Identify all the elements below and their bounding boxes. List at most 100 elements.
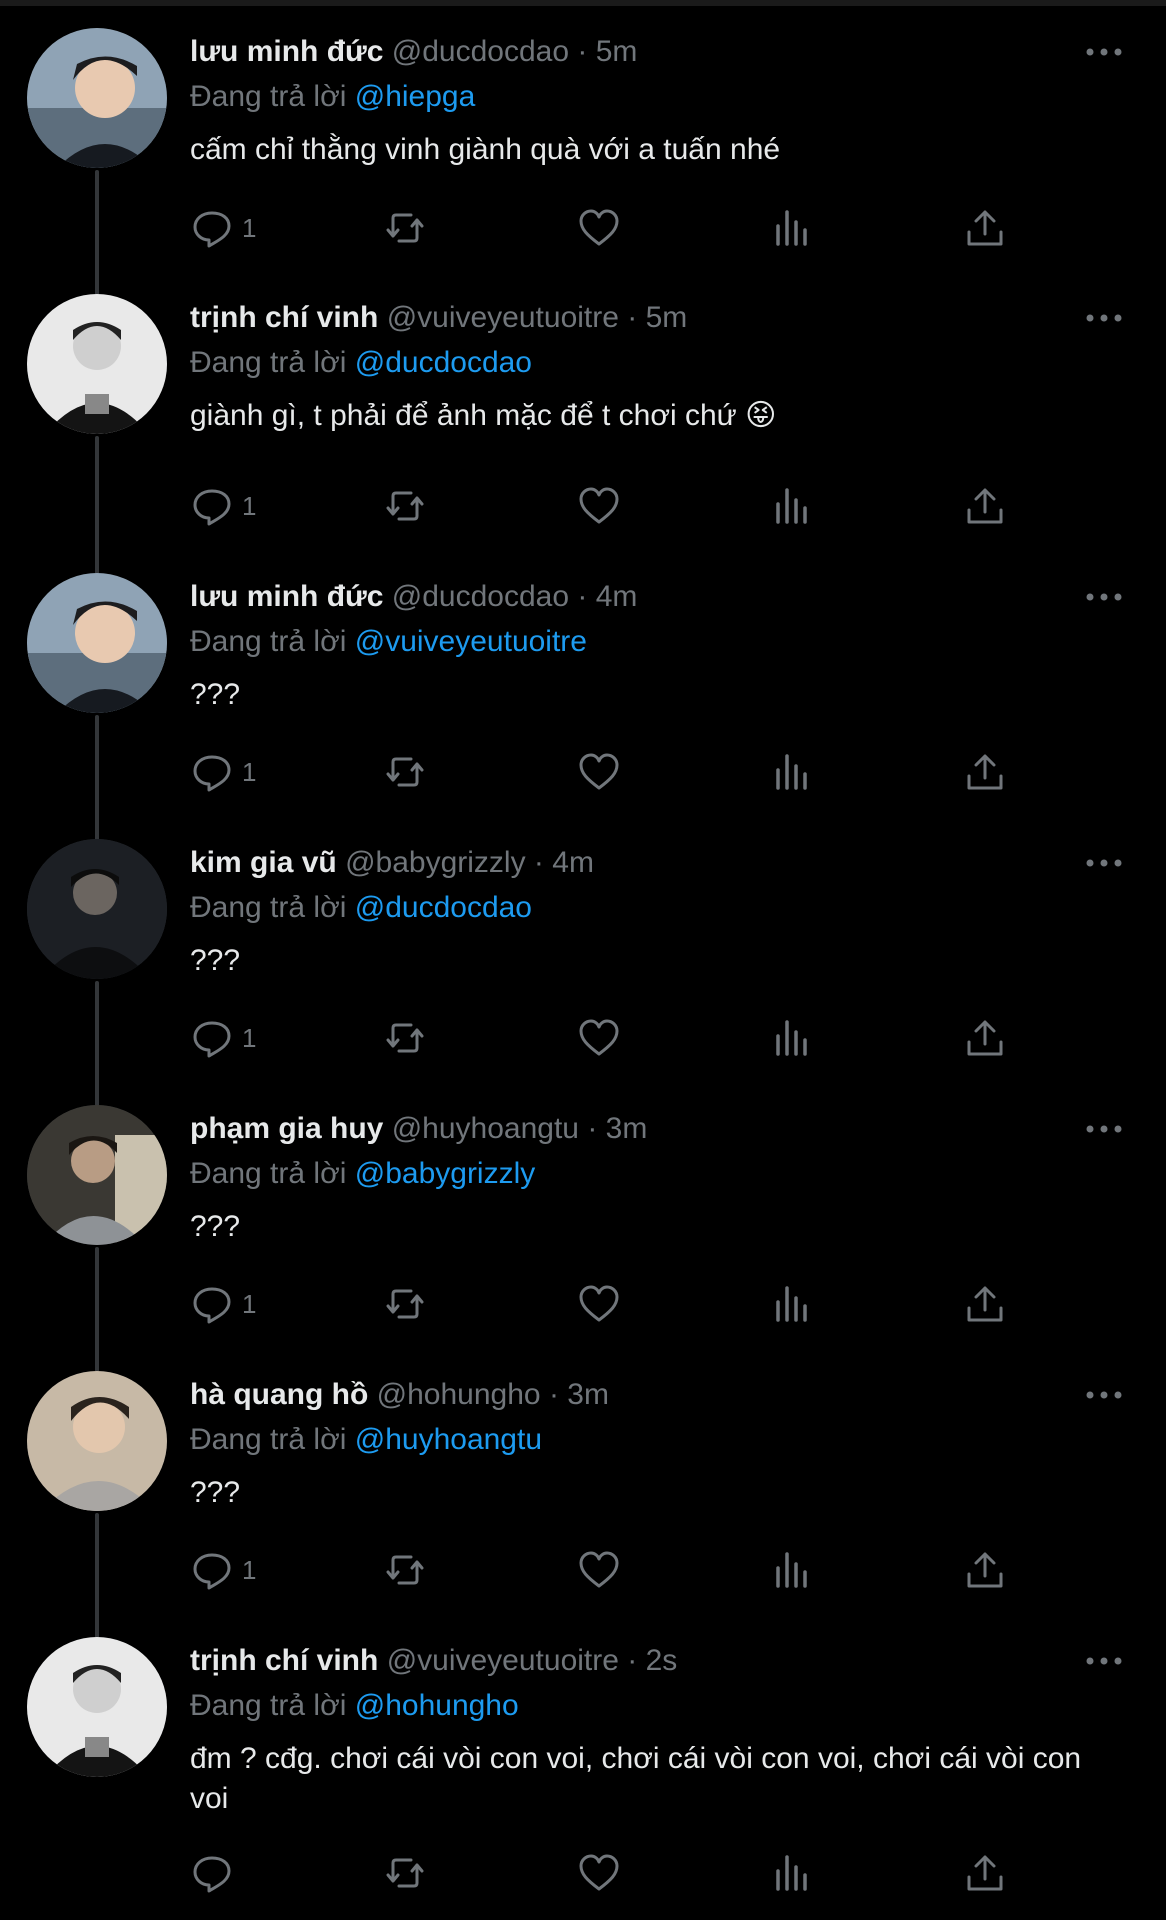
more-dots-icon[interactable] xyxy=(1082,1377,1126,1413)
user-handle[interactable]: @ducdocdao xyxy=(392,580,569,613)
tweet[interactable]: phạm gia huy @huyhoangtu · 3m Đang trả l… xyxy=(0,1105,1166,1375)
more-dots-icon[interactable] xyxy=(1082,579,1126,615)
avatar[interactable] xyxy=(27,28,167,168)
retweet-button[interactable] xyxy=(383,198,427,258)
comment-bubble-icon xyxy=(193,1021,231,1058)
retweet-icon xyxy=(386,1555,424,1585)
like-button[interactable] xyxy=(577,1274,621,1334)
mention-link[interactable]: @hohungho xyxy=(355,1689,519,1722)
views-button[interactable] xyxy=(770,742,814,802)
share-button[interactable] xyxy=(963,1274,1007,1334)
reply-button[interactable]: 1 xyxy=(190,1274,256,1334)
user-handle[interactable]: @huyhoangtu xyxy=(392,1112,579,1145)
like-button[interactable] xyxy=(577,1008,621,1068)
display-name[interactable]: kim gia vũ xyxy=(190,846,337,879)
like-button[interactable] xyxy=(577,1843,621,1903)
retweet-button[interactable] xyxy=(383,1274,427,1334)
views-button[interactable] xyxy=(770,1843,814,1903)
display-name[interactable]: lưu minh đức xyxy=(190,580,383,613)
more-dots-icon[interactable] xyxy=(1082,1111,1126,1147)
timestamp[interactable]: 3m xyxy=(606,1112,648,1145)
share-button[interactable] xyxy=(963,476,1007,536)
views-button[interactable] xyxy=(770,1540,814,1600)
tweet-actions: 1 xyxy=(190,742,1050,802)
tweet[interactable]: trịnh chí vinh @vuiveyeutuoitre · 2s Đan… xyxy=(0,1637,1166,1920)
reply-button[interactable]: 1 xyxy=(190,1540,256,1600)
user-handle[interactable]: @hohungho xyxy=(377,1378,541,1411)
views-button[interactable] xyxy=(770,476,814,536)
tweet[interactable]: lưu minh đức @ducdocdao · 4m Đang trả lờ… xyxy=(0,573,1166,843)
reply-button[interactable]: 1 xyxy=(190,1008,256,1068)
retweet-button[interactable] xyxy=(383,1843,427,1903)
tweet-text: ??? xyxy=(190,678,241,711)
avatar[interactable] xyxy=(27,573,167,713)
avatar[interactable] xyxy=(27,1105,167,1245)
more-dots-icon[interactable] xyxy=(1082,34,1126,70)
heart-icon xyxy=(579,1854,619,1891)
share-button[interactable] xyxy=(963,742,1007,802)
share-button[interactable] xyxy=(963,1843,1007,1903)
tweet[interactable]: kim gia vũ @babygrizzly · 4m Đang trả lờ… xyxy=(0,839,1166,1109)
reply-button[interactable]: 1 xyxy=(190,198,256,258)
retweet-button[interactable] xyxy=(383,742,427,802)
mention-link[interactable]: @hiepga xyxy=(355,80,476,113)
share-button[interactable] xyxy=(963,1540,1007,1600)
mention-link[interactable]: @ducdocdao xyxy=(355,891,532,924)
bar-chart-icon xyxy=(776,488,807,524)
timestamp[interactable]: 4m xyxy=(596,580,638,613)
share-button[interactable] xyxy=(963,1008,1007,1068)
more-dots-icon[interactable] xyxy=(1082,845,1126,881)
avatar-photo xyxy=(27,1105,167,1245)
timestamp[interactable]: 4m xyxy=(552,846,594,879)
timestamp[interactable]: 5m xyxy=(596,35,638,68)
avatar-photo xyxy=(27,1637,167,1777)
display-name[interactable]: trịnh chí vinh xyxy=(190,301,378,334)
share-button[interactable] xyxy=(963,198,1007,258)
user-handle[interactable]: @vuiveyeutuoitre xyxy=(387,1644,619,1677)
thread-connector xyxy=(95,436,99,586)
thread-connector xyxy=(95,1513,99,1641)
reply-button[interactable]: 1 xyxy=(190,476,256,536)
tweet-text: cấm chỉ thằng vinh giành quà với a tuấn … xyxy=(190,133,781,166)
replying-to-label: Đang trả lời xyxy=(190,1689,347,1722)
display-name[interactable]: hà quang hồ xyxy=(190,1378,368,1411)
like-button[interactable] xyxy=(577,476,621,536)
avatar[interactable] xyxy=(27,294,167,434)
retweet-button[interactable] xyxy=(383,476,427,536)
display-name[interactable]: lưu minh đức xyxy=(190,35,383,68)
user-handle[interactable]: @ducdocdao xyxy=(392,35,569,68)
reply-count: 1 xyxy=(242,1288,257,1319)
replying-to-label: Đang trả lời xyxy=(190,346,347,379)
tweet[interactable]: lưu minh đức @ducdocdao · 5m Đang trả lờ… xyxy=(0,28,1166,300)
more-dots-icon[interactable] xyxy=(1082,300,1126,336)
like-button[interactable] xyxy=(577,1540,621,1600)
timestamp[interactable]: 2s xyxy=(646,1644,678,1677)
timestamp[interactable]: 5m xyxy=(646,301,688,334)
mention-link[interactable]: @babygrizzly xyxy=(355,1157,536,1190)
user-handle[interactable]: @babygrizzly xyxy=(345,846,526,879)
avatar[interactable] xyxy=(27,1371,167,1511)
avatar[interactable] xyxy=(27,1637,167,1777)
like-button[interactable] xyxy=(577,198,621,258)
display-name[interactable]: phạm gia huy xyxy=(190,1112,383,1145)
more-dots-icon[interactable] xyxy=(1082,1643,1126,1679)
retweet-button[interactable] xyxy=(383,1008,427,1068)
user-handle[interactable]: @vuiveyeutuoitre xyxy=(387,301,619,334)
tweet[interactable]: hà quang hồ @hohungho · 3m Đang trả lời … xyxy=(0,1371,1166,1641)
views-button[interactable] xyxy=(770,1008,814,1068)
reply-button[interactable] xyxy=(190,1843,242,1903)
reply-button[interactable]: 1 xyxy=(190,742,256,802)
mention-link[interactable]: @huyhoangtu xyxy=(355,1423,542,1456)
display-name[interactable]: trịnh chí vinh xyxy=(190,1644,378,1677)
avatar[interactable] xyxy=(27,839,167,979)
retweet-button[interactable] xyxy=(383,1540,427,1600)
like-button[interactable] xyxy=(577,742,621,802)
timestamp[interactable]: 3m xyxy=(567,1378,609,1411)
mention-link[interactable]: @vuiveyeutuoitre xyxy=(355,625,587,658)
tweet[interactable]: trịnh chí vinh @vuiveyeutuoitre · 5m Đan… xyxy=(0,294,1166,586)
mention-link[interactable]: @ducdocdao xyxy=(355,346,532,379)
views-button[interactable] xyxy=(770,1274,814,1334)
views-button[interactable] xyxy=(770,198,814,258)
reply-count: 1 xyxy=(242,212,257,243)
replying-to-label: Đang trả lời xyxy=(190,891,347,924)
